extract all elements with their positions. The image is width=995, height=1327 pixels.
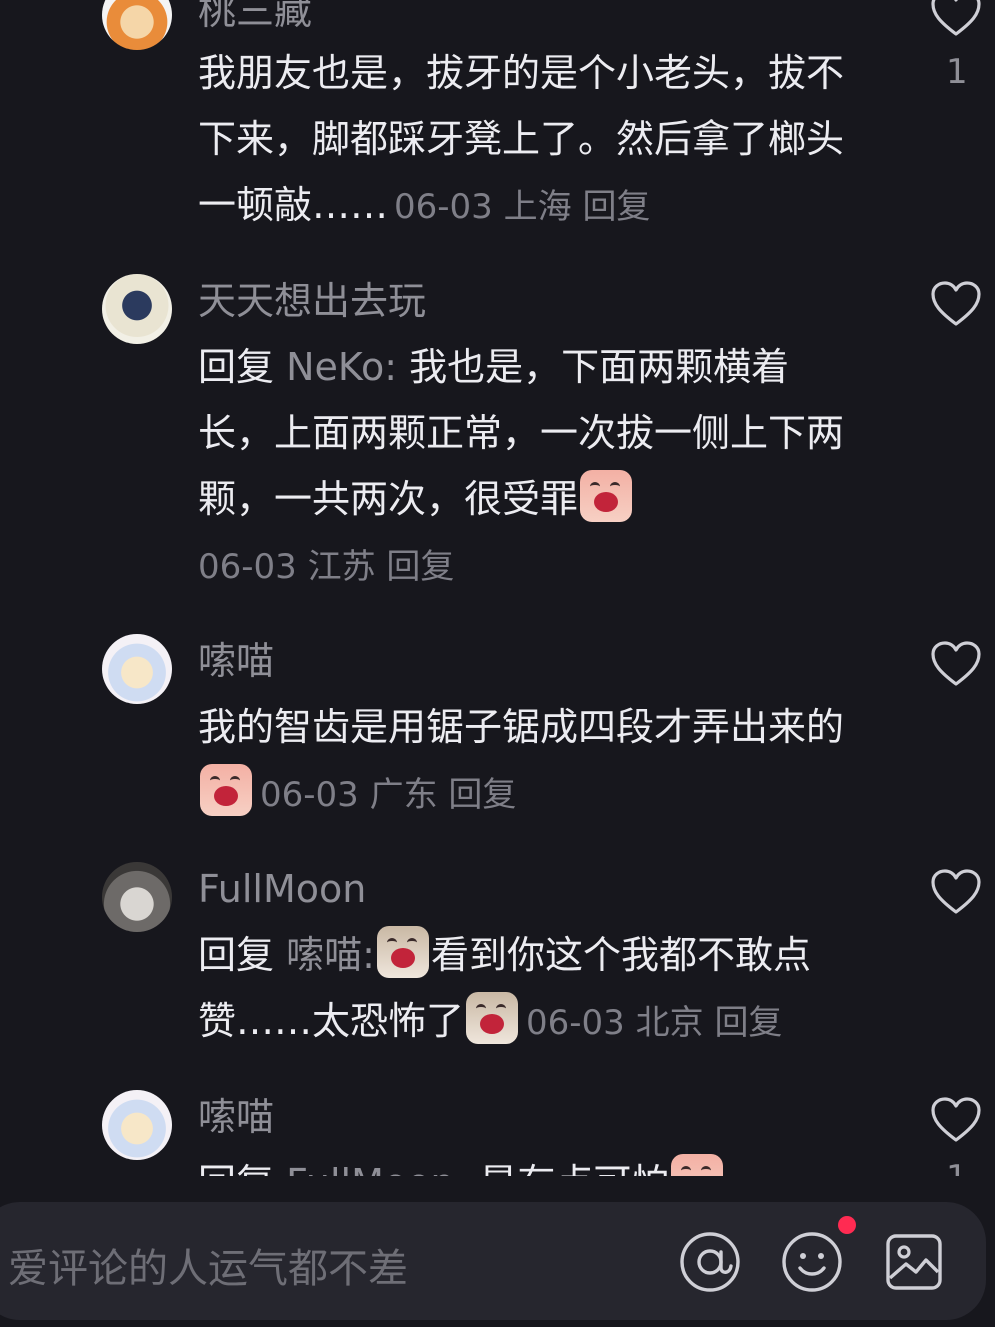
reply-prefix: 回复 — [198, 933, 275, 977]
notification-dot — [838, 1216, 856, 1234]
crying-emoji — [580, 470, 633, 522]
reply-prefix: 回复 — [198, 345, 275, 389]
monkey-avatar-icon[interactable] — [102, 0, 172, 50]
comment-meta: 06-03 江苏 回复 — [198, 547, 455, 587]
reply-button[interactable]: 回复 — [448, 775, 516, 815]
heart-icon[interactable] — [930, 868, 982, 916]
like-count: 1 — [946, 1158, 968, 1176]
crying-emoji — [200, 764, 252, 816]
scared-cat-emoji — [376, 926, 429, 978]
username[interactable]: 嗦喵 — [198, 638, 274, 684]
anime-boy-avatar-icon[interactable] — [102, 274, 172, 344]
like-count: 1 — [946, 52, 968, 92]
comment-text: 回复 FullMoon: 是有点可怕 — [198, 1150, 858, 1176]
heart-icon[interactable] — [930, 1096, 982, 1144]
reply-button[interactable]: 回复 — [582, 187, 650, 227]
anime-girl-avatar-icon[interactable] — [102, 1090, 172, 1160]
comment-meta: 06-03 上海 回复 — [394, 187, 651, 227]
heart-icon[interactable] — [930, 280, 982, 328]
cat-avatar-icon[interactable] — [102, 862, 172, 932]
comment-item: 嗦喵 回复 FullMoon: 是有点可怕 1 — [0, 1088, 995, 1176]
comment-text: 我的智齿是用锯子锯成四段才弄出来的 06-03 广东 回复 — [198, 705, 845, 816]
comment-meta: 06-03 北京 回复 — [526, 1003, 783, 1043]
image-icon[interactable] — [882, 1230, 946, 1294]
reply-button[interactable]: 回复 — [386, 547, 454, 587]
at-icon[interactable] — [678, 1230, 742, 1294]
reply-button[interactable]: 回复 — [714, 1003, 782, 1043]
comment-text: 回复 NeKo: 我也是，下面两颗横着长，上面两颗正常，一次拔一侧上下两颗，一共… — [198, 345, 845, 587]
comment-input[interactable]: 爱评论的人运气都不差 — [8, 1236, 408, 1294]
username[interactable]: 天天想出去玩 — [198, 278, 426, 324]
anime-girl-avatar-icon[interactable] — [102, 634, 172, 704]
mention-link[interactable]: FullMoon — [286, 1161, 454, 1176]
reply-prefix: 回复 — [198, 1161, 274, 1176]
smiley-icon[interactable] — [780, 1230, 844, 1294]
username[interactable]: 嗦喵 — [198, 1094, 274, 1140]
crying-emoji — [671, 1154, 724, 1176]
username[interactable]: FullMoon — [198, 866, 366, 912]
comment-text: 我朋友也是，拔牙的是个小老头，拔不下来，脚都踩牙凳上了。然后拿了榔头一顿敲…… 0… — [198, 51, 845, 227]
scared-cat-emoji — [466, 992, 519, 1044]
comment-text: 回复 嗦喵: 看到你这个我都不敢点赞……太恐怖了 06-03 北京 回复 — [198, 922, 858, 1056]
mention-link[interactable]: 嗦喵 — [286, 933, 362, 977]
heart-icon[interactable] — [930, 640, 982, 688]
mention-link[interactable]: NeKo — [286, 345, 384, 389]
heart-icon[interactable] — [930, 0, 982, 38]
comment-meta: 06-03 广东 回复 — [260, 775, 517, 815]
username[interactable]: 桃三藏 — [198, 0, 312, 34]
